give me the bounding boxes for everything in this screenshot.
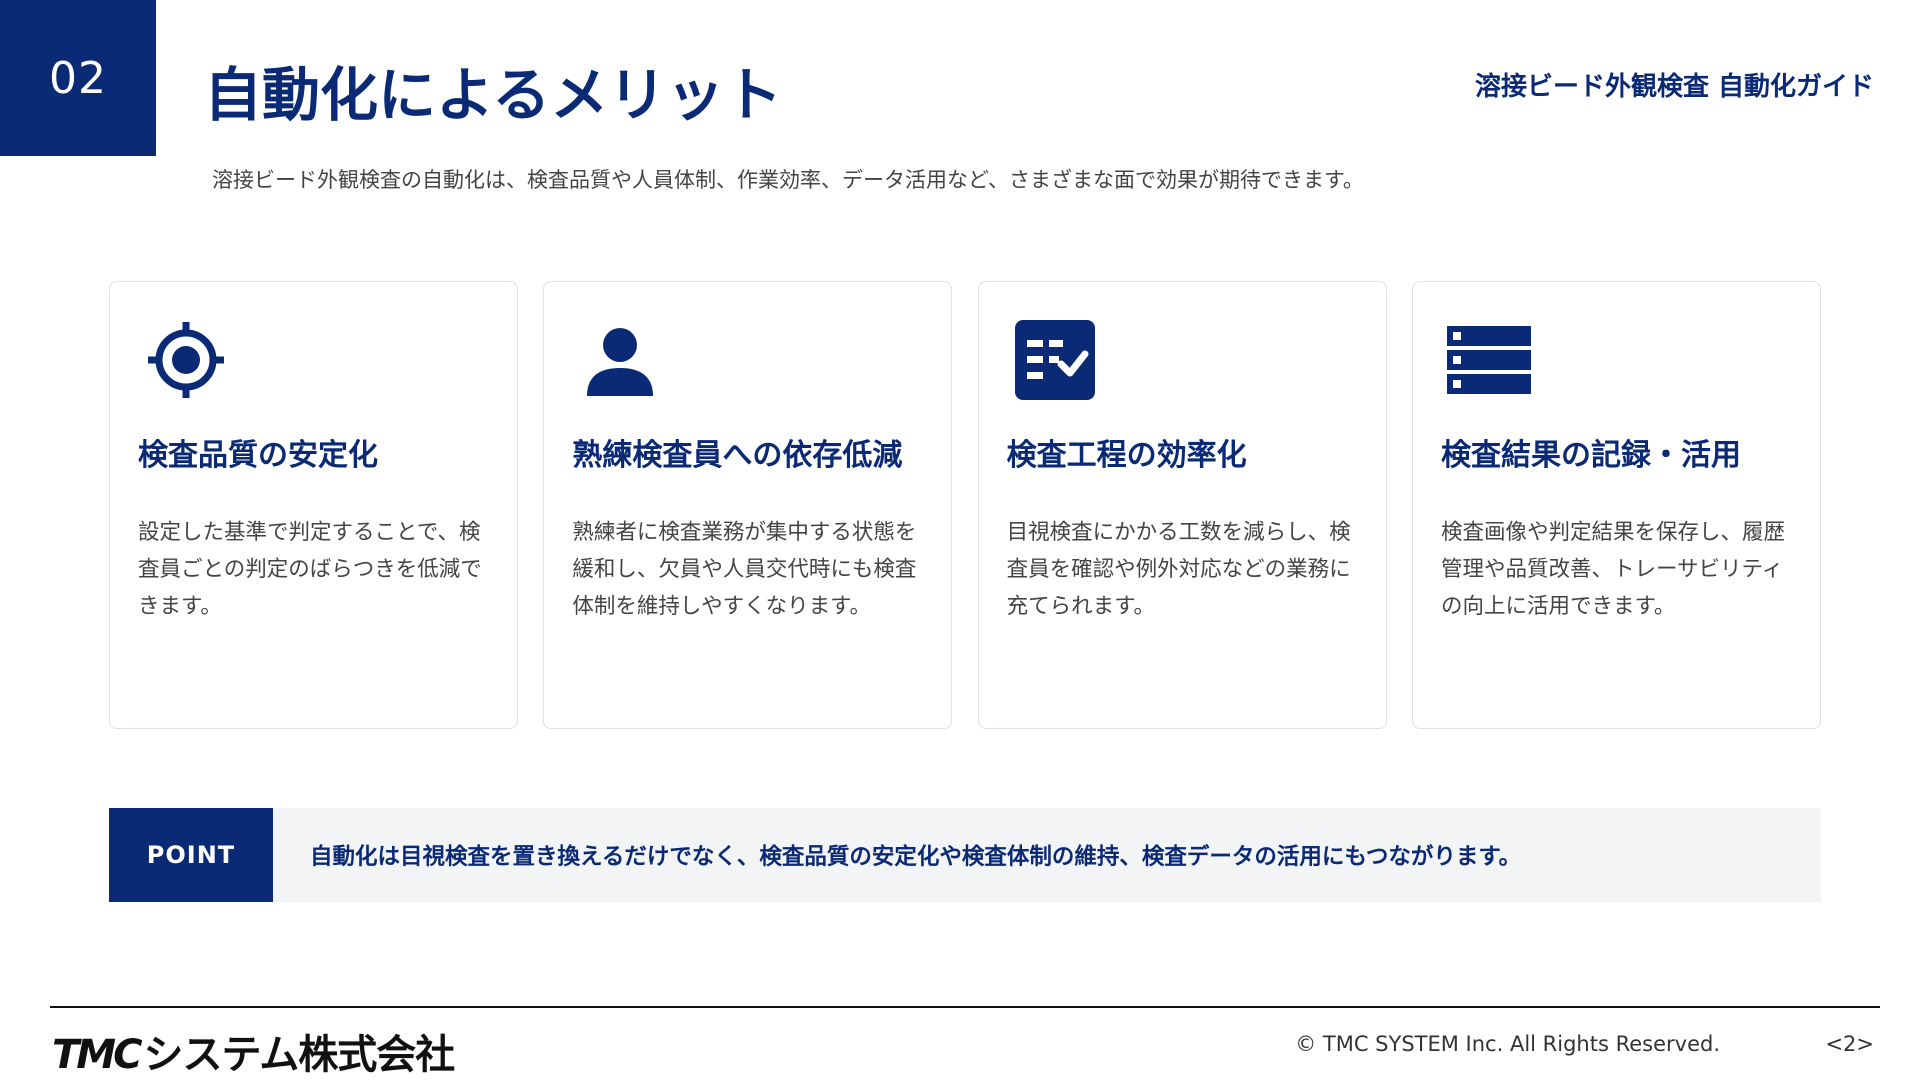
benefit-card-records: 検査結果の記録・活用 検査画像や判定結果を保存し、履歴管理や品質改善、トレーサビ… [1411, 281, 1821, 729]
page-number: <2> [1825, 1032, 1874, 1056]
checklist-icon [1013, 318, 1097, 402]
point-banner: POINT 自動化は目視検査を置き換えるだけでなく、検査品質の安定化や検査体制の… [109, 808, 1821, 902]
logo-text: システム株式会社 [143, 1032, 455, 1078]
card-body: 目視検査にかかる工数を減らし、検査員を確認や例外対応などの業務に充てられます。 [1006, 520, 1351, 619]
database-icon [1446, 318, 1531, 402]
guide-title: 溶接ビード外観検査 自動化ガイド [1474, 72, 1874, 102]
page-title: 自動化によるメリット [204, 61, 783, 129]
benefit-card-dependency: 熟練検査員への依存低減 熟練者に検査業務が集中する状態を緩和し、欠員や人員交代時… [543, 281, 953, 729]
point-text: 自動化は目視検査を置き換えるだけでなく、検査品質の安定化や検査体制の維持、検査デ… [310, 844, 1522, 870]
company-logo: TMC システム株式会社 [52, 1022, 455, 1080]
card-body: 検査画像や判定結果を保存し、履歴管理や品質改善、トレーサビリティの向上に活用でき… [1440, 520, 1785, 619]
card-title: 検査品質の安定化 [138, 438, 378, 473]
benefit-card-quality: 検査品質の安定化 設定した基準で判定することで、検査員ごとの判定のばらつきを低減… [109, 281, 518, 729]
benefit-cards: 検査品質の安定化 設定した基準で判定することで、検査員ごとの判定のばらつきを低減… [109, 281, 1821, 729]
card-body: 設定した基準で判定することで、検査員ごとの判定のばらつきを低減できます。 [138, 520, 482, 619]
benefit-card-efficiency: 検査工程の効率化 目視検査にかかる工数を減らし、検査員を確認や例外対応などの業務… [977, 281, 1387, 729]
person-icon [578, 318, 662, 402]
copyright: © TMC SYSTEM Inc. All Rights Reserved. [1295, 1032, 1720, 1056]
card-title: 検査工程の効率化 [1006, 438, 1247, 473]
card-title: 検査結果の記録・活用 [1440, 438, 1741, 473]
section-number: 02 [49, 52, 107, 104]
logo-mark: TMC [52, 1032, 142, 1078]
section-number-box: 02 [0, 0, 156, 156]
page-subtitle: 溶接ビード外観検査の自動化は、検査品質や人員体制、作業効率、データ活用など、さま… [212, 168, 1364, 192]
card-body: 熟練者に検査業務が集中する状態を緩和し、欠員や人員交代時にも検査体制を維持しやす… [572, 520, 917, 619]
card-title: 熟練検査員への依存低減 [572, 438, 903, 473]
target-icon [144, 318, 228, 402]
footer-divider [50, 1006, 1880, 1008]
point-label: POINT [109, 808, 273, 902]
